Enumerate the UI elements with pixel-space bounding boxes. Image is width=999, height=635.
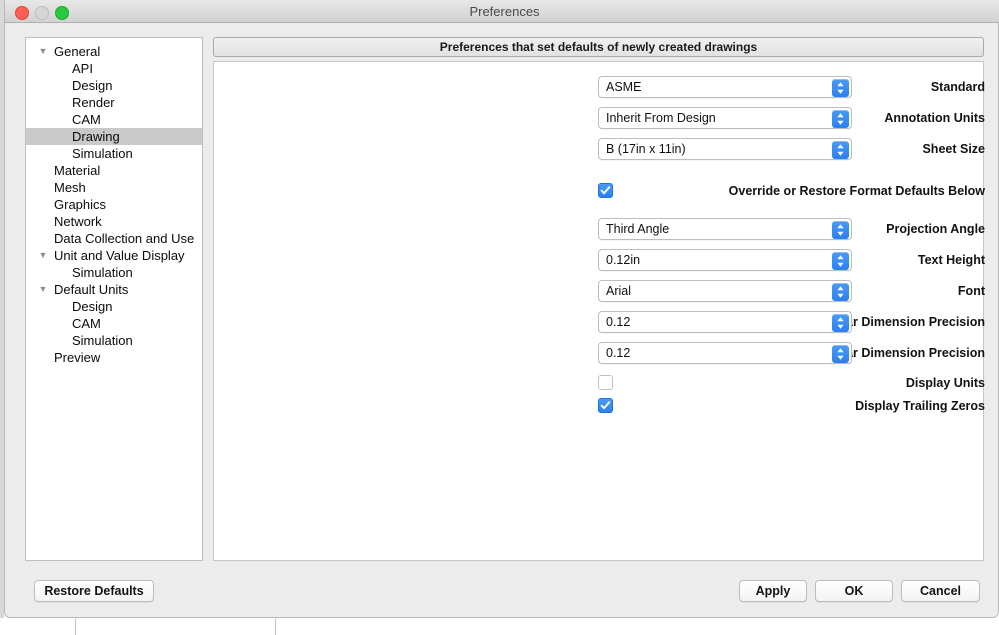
sidebar-item-preview[interactable]: Preview — [26, 349, 202, 366]
disclosure-triangle-icon[interactable]: ▼ — [37, 247, 49, 264]
sidebar-item-label: Network — [54, 214, 102, 229]
sidebar-item-default-units[interactable]: ▼ Default Units — [26, 281, 202, 298]
sidebar-item-label: Data Collection and Use — [54, 231, 195, 246]
settings-panel: Standard ASME Annotation Units Inherit From… — [213, 61, 985, 561]
cancel-button[interactable]: Cancel — [901, 580, 980, 602]
stepper-updown-icon[interactable] — [832, 221, 849, 239]
bottom-strip-segment — [0, 618, 76, 635]
restore-defaults-button[interactable]: Restore Defaults — [34, 580, 154, 602]
field-label-override-or-restore-format-defaults-below: Override or Restore Format Defaults Belo… — [728, 184, 985, 198]
sidebar-item-label: API — [72, 61, 93, 76]
sidebar-item-cam[interactable]: CAM — [26, 315, 202, 332]
sidebar-item-design[interactable]: Design — [26, 77, 202, 94]
sidebar-item-design[interactable]: Design — [26, 298, 202, 315]
sidebar-item-label: Material — [54, 163, 101, 178]
sidebar-item-drawing[interactable]: Drawing — [26, 128, 202, 145]
field-label-display-trailing-zeros: Display Trailing Zeros — [855, 399, 985, 413]
popup-select-sheet-size[interactable]: B (17in x 11in) — [598, 138, 852, 160]
popup-select-font[interactable]: Arial — [598, 280, 852, 302]
popup-value-angular-dimension-precision: 0.12 — [606, 346, 631, 360]
apply-button[interactable]: Apply — [739, 580, 807, 602]
sidebar-item-label: Unit and Value Display — [54, 248, 185, 263]
checkbox-display-trailing-zeros[interactable] — [598, 398, 613, 413]
sidebar-item-label: Simulation — [72, 146, 133, 161]
sidebar-item-graphics[interactable]: Graphics — [26, 196, 202, 213]
sidebar-item-label: CAM — [72, 316, 101, 331]
popup-select-standard[interactable]: ASME — [598, 76, 852, 98]
form-row-projection-angle: Projection Angle Third Angle — [214, 218, 985, 240]
window-title: Preferences — [469, 4, 540, 19]
popup-value-projection-angle: Third Angle — [606, 222, 670, 236]
sidebar-item-label: Mesh — [54, 180, 86, 195]
sidebar-item-label: CAM — [72, 112, 101, 127]
checkbox-display-units[interactable] — [598, 375, 613, 390]
sidebar-item-label: Render — [72, 95, 115, 110]
sidebar-item-render[interactable]: Render — [26, 94, 202, 111]
sidebar-item-label: Default Units — [54, 282, 129, 297]
sidebar-item-simulation[interactable]: Simulation — [26, 145, 202, 162]
popup-value-font: Arial — [606, 284, 632, 298]
stepper-updown-icon[interactable] — [832, 283, 849, 301]
sidebar-item-unit-and-value-display[interactable]: ▼ Unit and Value Display — [26, 247, 202, 264]
field-label-display-units: Display Units — [905, 376, 985, 390]
form-row-font: Font Arial — [214, 280, 985, 302]
disclosure-triangle-icon[interactable]: ▼ — [37, 43, 49, 60]
desktop-bottom-strip — [0, 618, 999, 635]
form-row-display-units: Display Units — [214, 372, 985, 394]
sidebar-item-material[interactable]: Material — [26, 162, 202, 179]
preferences-category-tree[interactable]: ▼ General API Design Render CAM Drawing Simulat… — [25, 37, 203, 561]
form-row-override-or-restore-format-defaults-below: Override or Restore Format Defaults Belo… — [214, 180, 985, 202]
sidebar-item-label: Preview — [54, 350, 101, 365]
stepper-updown-icon[interactable] — [832, 345, 849, 363]
checkbox-override-or-restore-format-defaults-below[interactable] — [598, 183, 613, 198]
sidebar-item-label: Drawing — [72, 129, 120, 144]
popup-value-standard: ASME — [606, 80, 642, 94]
sidebar-item-label: Design — [72, 78, 113, 93]
popup-value-text-height: 0.12in — [606, 253, 641, 267]
disclosure-triangle-icon[interactable]: ▼ — [37, 281, 49, 298]
form-row-angular-dimension-precision: Angular Dimension Precision 0.12 — [214, 342, 985, 364]
popup-select-projection-angle[interactable]: Third Angle — [598, 218, 852, 240]
form-row-sheet-size: Sheet Size B (17in x 11in) — [214, 138, 985, 160]
form-row-display-trailing-zeros: Display Trailing Zeros — [214, 395, 985, 417]
stepper-updown-icon[interactable] — [832, 110, 849, 128]
form-row-linear-dimension-precision: Linear Dimension Precision 0.12 — [214, 311, 985, 333]
form-row-text-height: Text Height 0.12in — [214, 249, 985, 271]
popup-value-linear-dimension-precision: 0.12 — [606, 315, 631, 329]
bottom-strip-segment — [75, 618, 276, 635]
sidebar-item-general[interactable]: ▼ General — [26, 43, 202, 60]
preferences-window: Preferences ▼ General API Design Render CAM Dr… — [4, 0, 999, 618]
title-bar: Preferences — [5, 0, 999, 23]
popup-value-sheet-size: B (17in x 11in) — [606, 142, 686, 156]
stepper-updown-icon[interactable] — [832, 141, 849, 159]
sidebar-item-label: General — [54, 44, 101, 59]
popup-select-linear-dimension-precision[interactable]: 0.12 — [598, 311, 852, 333]
sidebar-item-api[interactable]: API — [26, 60, 202, 77]
stepper-updown-icon[interactable] — [832, 79, 849, 97]
sidebar-item-data-collection-and-use[interactable]: Data Collection and Use — [26, 230, 202, 247]
ok-button[interactable]: OK — [815, 580, 893, 602]
stepper-updown-icon[interactable] — [832, 314, 849, 332]
sidebar-item-simulation[interactable]: Simulation — [26, 332, 202, 349]
form-row-annotation-units: Annotation Units Inherit From Design — [214, 107, 985, 129]
popup-select-text-height[interactable]: 0.12in — [598, 249, 852, 271]
sidebar-item-simulation[interactable]: Simulation — [26, 264, 202, 281]
sidebar-item-label: Graphics — [54, 197, 107, 212]
panel-header-title: Preferences that set defaults of newly c… — [213, 37, 984, 57]
sidebar-item-cam[interactable]: CAM — [26, 111, 202, 128]
sidebar-item-label: Design — [72, 299, 113, 314]
sidebar-item-mesh[interactable]: Mesh — [26, 179, 202, 196]
sidebar-item-label: Simulation — [72, 265, 133, 280]
popup-value-annotation-units: Inherit From Design — [606, 111, 716, 125]
stepper-updown-icon[interactable] — [832, 252, 849, 270]
form-row-standard: Standard ASME — [214, 76, 985, 98]
popup-select-angular-dimension-precision[interactable]: 0.12 — [598, 342, 852, 364]
sidebar-item-network[interactable]: Network — [26, 213, 202, 230]
sidebar-item-label: Simulation — [72, 333, 133, 348]
popup-select-annotation-units[interactable]: Inherit From Design — [598, 107, 852, 129]
